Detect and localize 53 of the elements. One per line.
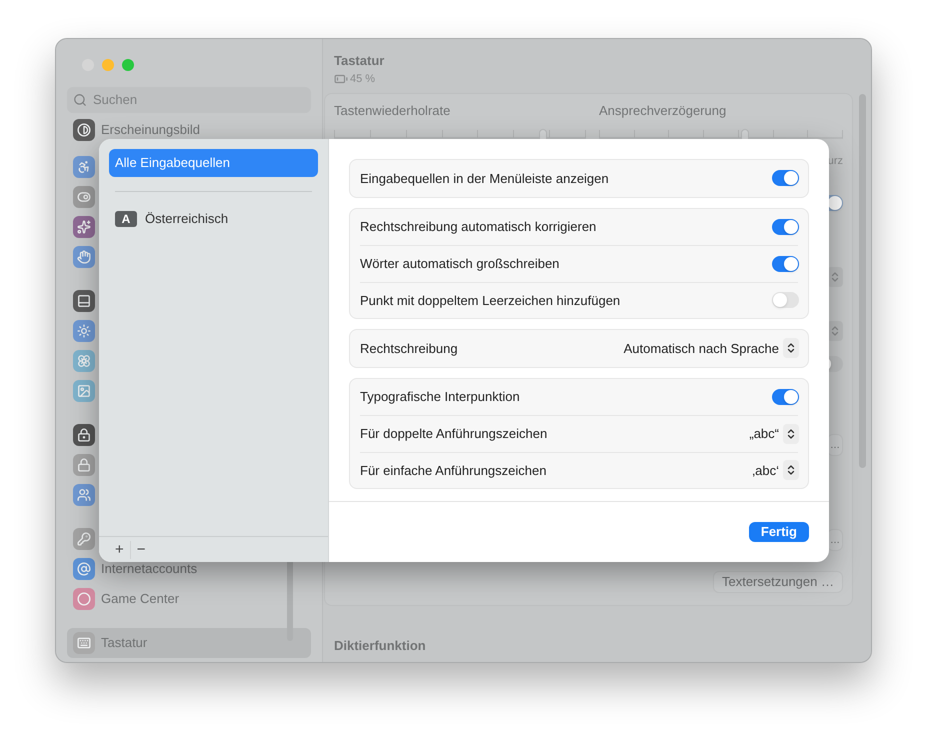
key-icon bbox=[73, 528, 95, 550]
sidebar-item[interactable]: Tastatur bbox=[67, 628, 311, 658]
scrollbar-thumb[interactable] bbox=[287, 559, 293, 641]
setting-label: Für doppelte Anführungszeichen bbox=[360, 425, 548, 443]
hand-icon bbox=[73, 246, 95, 268]
sparkle-icon bbox=[73, 216, 95, 238]
section-title: Diktierfunktion bbox=[334, 637, 427, 655]
stepper-icon bbox=[783, 338, 799, 358]
toggle-switch[interactable] bbox=[772, 256, 799, 272]
toggle-switch[interactable] bbox=[772, 388, 799, 405]
toggle-switch[interactable] bbox=[772, 218, 799, 235]
setting-label: Rechtschreibung bbox=[360, 340, 458, 358]
source-item[interactable]: Alle Eingabequellen bbox=[109, 149, 318, 177]
setting-label: Rechtschreibung automatisch korrigieren bbox=[360, 218, 596, 236]
users-icon bbox=[73, 484, 95, 506]
person-icon bbox=[73, 156, 95, 178]
keyboard-icon bbox=[73, 632, 95, 654]
stepper-icon bbox=[783, 424, 799, 444]
contrast-icon bbox=[73, 119, 95, 141]
remove-button[interactable]: − bbox=[130, 540, 152, 558]
source-item[interactable]: A Österreichisch bbox=[109, 205, 318, 233]
picture-frame-icon bbox=[73, 380, 95, 402]
sidebar-item[interactable]: Game Center bbox=[67, 584, 311, 614]
add-button[interactable]: + bbox=[109, 540, 130, 558]
search-icon bbox=[73, 93, 87, 107]
lock-icon bbox=[73, 424, 95, 446]
setting-label: Für einfache Anführungszeichen bbox=[360, 462, 546, 480]
popup-value[interactable]: Automatisch nach Sprache bbox=[624, 338, 779, 358]
toggle-switch[interactable] bbox=[772, 170, 799, 186]
dock-icon bbox=[73, 290, 95, 312]
at-sign-icon bbox=[73, 558, 95, 580]
stepper-icon bbox=[783, 460, 799, 480]
done-button[interactable]: Fertig bbox=[748, 522, 809, 542]
flower-icon bbox=[73, 350, 95, 372]
bubbles-icon bbox=[73, 588, 95, 610]
setting-label: Eingabequellen in der Menüleiste anzeigen bbox=[360, 170, 609, 188]
popup-value[interactable]: „abc“ bbox=[749, 424, 779, 444]
keyboard-badge: A bbox=[115, 211, 137, 227]
search-input[interactable]: Suchen bbox=[93, 90, 305, 110]
switches-icon bbox=[73, 186, 95, 208]
toggle-switch[interactable] bbox=[772, 292, 799, 308]
slider-label: Ansprechverzögerung bbox=[599, 102, 728, 120]
button[interactable]: Textersetzungen … bbox=[712, 571, 843, 593]
battery-level: 45 % bbox=[350, 72, 376, 86]
slider-label: Tastenwiederholrate bbox=[334, 102, 452, 120]
search-field[interactable]: Suchen bbox=[67, 87, 311, 113]
lock-icon bbox=[73, 454, 95, 476]
sun-icon bbox=[73, 320, 95, 342]
setting-label: Typografische Interpunktion bbox=[360, 388, 520, 406]
popup-value[interactable]: ‚abc‘ bbox=[752, 460, 779, 480]
setting-label: Wörter automatisch großschreiben bbox=[360, 255, 560, 273]
page-title: Tastatur bbox=[334, 52, 386, 70]
setting-label: Punkt mit doppeltem Leerzeichen hinzufügen bbox=[360, 292, 620, 310]
